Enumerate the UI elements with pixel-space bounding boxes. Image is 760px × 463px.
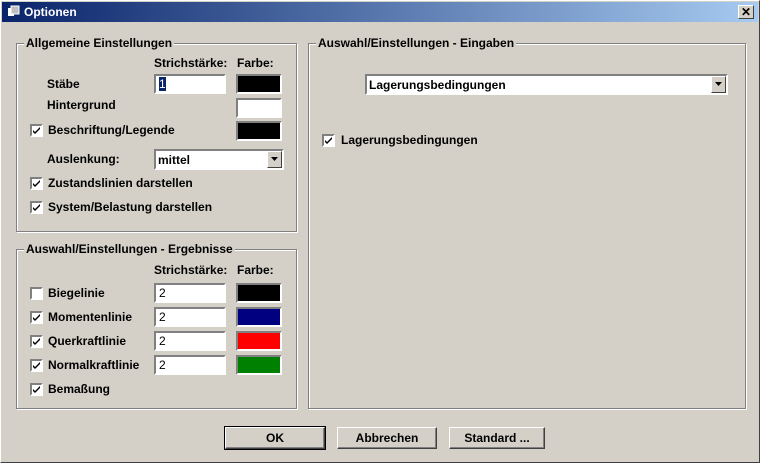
inputs-select-value: Lagerungsbedingungen (369, 78, 506, 92)
normalkraftlinie-checkbox[interactable] (30, 359, 43, 372)
system-label: System/Belastung darstellen (48, 200, 213, 214)
inputs-title: Auswahl/Einstellungen - Eingaben (316, 36, 517, 50)
checkmark-icon (33, 127, 40, 134)
window-title: Optionen (24, 5, 77, 19)
inputs-group: Auswahl/Einstellungen - Eingaben (308, 36, 746, 409)
system-checkbox[interactable] (30, 201, 43, 214)
querkraftlinie-label: Querkraftlinie (48, 334, 127, 348)
results-col-stroke: Strichstärke: (154, 263, 228, 277)
close-icon: ✕ (740, 5, 752, 19)
querkraftlinie-stroke-input[interactable]: 2 (154, 331, 226, 351)
momentenlinie-color-swatch[interactable] (236, 307, 282, 327)
querkraftlinie-color-swatch[interactable] (236, 331, 282, 351)
momentenlinie-checkbox[interactable] (30, 311, 43, 324)
chevron-down-icon (715, 82, 722, 86)
zustandslinien-label: Zustandslinien darstellen (48, 176, 193, 190)
biegelinie-checkbox[interactable] (30, 287, 43, 300)
options-dialog: Optionen ✕ Allgemeine Einstellungen Stri… (0, 0, 760, 463)
general-settings-title: Allgemeine Einstellungen (24, 36, 175, 50)
checkmark-icon (33, 386, 40, 393)
checkmark-icon (33, 338, 40, 345)
chevron-down-icon (271, 157, 278, 161)
normalkraftlinie-label: Normalkraftlinie (48, 358, 140, 372)
lagerungsbedingungen-label: Lagerungsbedingungen (341, 133, 478, 147)
checkmark-icon (33, 180, 40, 187)
bemassung-checkbox[interactable] (30, 383, 43, 396)
general-col-color: Farbe: (237, 56, 274, 70)
results-title: Auswahl/Einstellungen - Ergebnisse (24, 242, 235, 256)
staebe-color-swatch[interactable] (236, 74, 282, 94)
general-col-stroke: Strichstärke: (154, 56, 228, 70)
lagerungsbedingungen-checkbox[interactable] (322, 134, 335, 147)
normalkraftlinie-color-swatch[interactable] (236, 355, 282, 375)
querkraftlinie-checkbox[interactable] (30, 335, 43, 348)
staebe-stroke-input[interactable]: 1 (154, 74, 226, 94)
hintergrund-color-swatch[interactable] (236, 98, 282, 118)
beschriftung-label: Beschriftung/Legende (48, 123, 175, 137)
app-icon (8, 5, 20, 16)
inputs-select[interactable]: Lagerungsbedingungen (365, 74, 728, 95)
bemassung-label: Bemaßung (48, 382, 111, 396)
inputs-dropdown-button[interactable] (711, 76, 726, 93)
checkmark-icon (33, 204, 40, 211)
checkmark-icon (33, 362, 40, 369)
standard-button[interactable]: Standard ... (449, 427, 545, 449)
staebe-label: Stäbe (47, 77, 80, 91)
auslenkung-dropdown-button[interactable] (267, 151, 282, 168)
beschriftung-checkbox[interactable] (30, 124, 43, 137)
momentenlinie-label: Momentenlinie (48, 310, 133, 324)
momentenlinie-stroke-input[interactable]: 2 (154, 307, 226, 327)
biegelinie-stroke-input[interactable]: 2 (154, 283, 226, 303)
close-button[interactable]: ✕ (738, 5, 754, 19)
zustandslinien-checkbox[interactable] (30, 177, 43, 190)
cancel-button[interactable]: Abbrechen (337, 427, 437, 449)
hintergrund-label: Hintergrund (47, 98, 116, 112)
auslenkung-value: mittel (158, 153, 191, 167)
results-col-color: Farbe: (237, 263, 274, 277)
checkmark-icon (33, 314, 40, 321)
normalkraftlinie-stroke-input[interactable]: 2 (154, 355, 226, 375)
ok-button[interactable]: OK (224, 426, 326, 450)
checkmark-icon (325, 137, 332, 144)
beschriftung-color-swatch[interactable] (236, 121, 282, 141)
biegelinie-color-swatch[interactable] (236, 283, 282, 303)
title-bar: Optionen ✕ (2, 2, 758, 22)
auslenkung-label: Auslenkung: (47, 152, 120, 166)
auslenkung-select[interactable]: mittel (154, 149, 284, 170)
biegelinie-label: Biegelinie (48, 286, 105, 300)
